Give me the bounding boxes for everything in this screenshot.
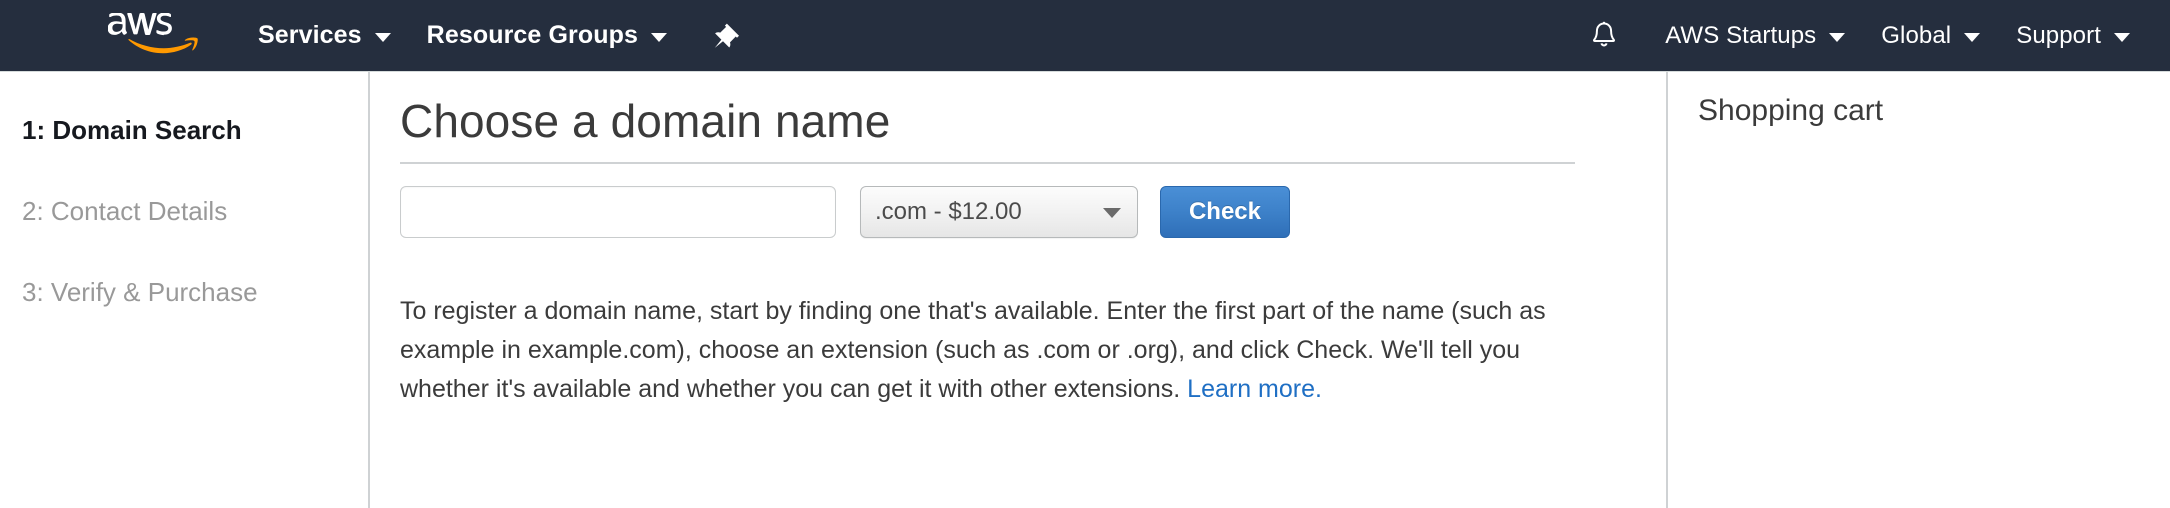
nav-item-support[interactable]: Support (1998, 0, 2148, 71)
learn-more-link[interactable]: Learn more. (1187, 375, 1322, 403)
page-body: 1: Domain Search 2: Contact Details 3: V… (0, 72, 2170, 508)
nav-item-services-label: Services (258, 21, 362, 49)
sidebar-item-domain-search-label: 1: Domain Search (22, 115, 242, 145)
nav-item-resource-groups-label: Resource Groups (426, 21, 638, 49)
sidebar-item-contact-details-label: 2: Contact Details (22, 196, 228, 226)
sidebar-item-domain-search[interactable]: 1: Domain Search (0, 90, 368, 171)
aws-logo[interactable] (108, 12, 200, 59)
pushpin-icon[interactable] (709, 21, 739, 51)
sidebar-item-verify-purchase-label: 3: Verify & Purchase (22, 277, 258, 307)
nav-right-group: AWS Startups Global Support (1587, 0, 2170, 71)
main-content-inner: Choose a domain name .com - $12.00 Check… (400, 72, 1575, 409)
title-divider (400, 162, 1575, 164)
nav-item-aws-startups[interactable]: AWS Startups (1647, 0, 1863, 71)
nav-item-global[interactable]: Global (1863, 0, 1998, 71)
check-button[interactable]: Check (1160, 186, 1290, 238)
sidebar-item-contact-details[interactable]: 2: Contact Details (0, 171, 368, 252)
top-navigation-bar: Services Resource Groups AWS Startups Gl… (0, 0, 2170, 72)
chevron-down-icon (1103, 208, 1121, 218)
nav-item-aws-startups-label: AWS Startups (1665, 21, 1817, 49)
chevron-down-icon (1964, 33, 1981, 42)
domain-name-input[interactable] (400, 186, 836, 238)
nav-left-group: Services Resource Groups (0, 0, 749, 71)
help-text-body: To register a domain name, start by find… (400, 297, 1546, 403)
help-text: To register a domain name, start by find… (400, 238, 1572, 409)
nav-item-global-label: Global (1881, 21, 1952, 49)
shopping-cart-panel: Shopping cart (1666, 72, 2170, 508)
shopping-cart-title: Shopping cart (1698, 94, 1884, 127)
chevron-down-icon (374, 33, 391, 42)
nav-item-support-label: Support (2016, 21, 2101, 49)
bell-icon[interactable] (1587, 19, 1621, 53)
domain-search-row: .com - $12.00 Check (400, 186, 1575, 238)
wizard-steps-sidebar: 1: Domain Search 2: Contact Details 3: V… (0, 72, 368, 508)
nav-item-resource-groups[interactable]: Resource Groups (409, 0, 685, 71)
tld-select-value: .com - $12.00 (875, 198, 1022, 225)
nav-item-services[interactable]: Services (240, 0, 409, 71)
page-title: Choose a domain name (400, 95, 891, 147)
chevron-down-icon (1829, 33, 1846, 42)
chevron-down-icon (650, 33, 667, 42)
sidebar-item-verify-purchase[interactable]: 3: Verify & Purchase (0, 252, 368, 333)
chevron-down-icon (2114, 33, 2130, 42)
main-content: Choose a domain name .com - $12.00 Check… (368, 72, 1666, 508)
tld-select[interactable]: .com - $12.00 (860, 186, 1138, 238)
